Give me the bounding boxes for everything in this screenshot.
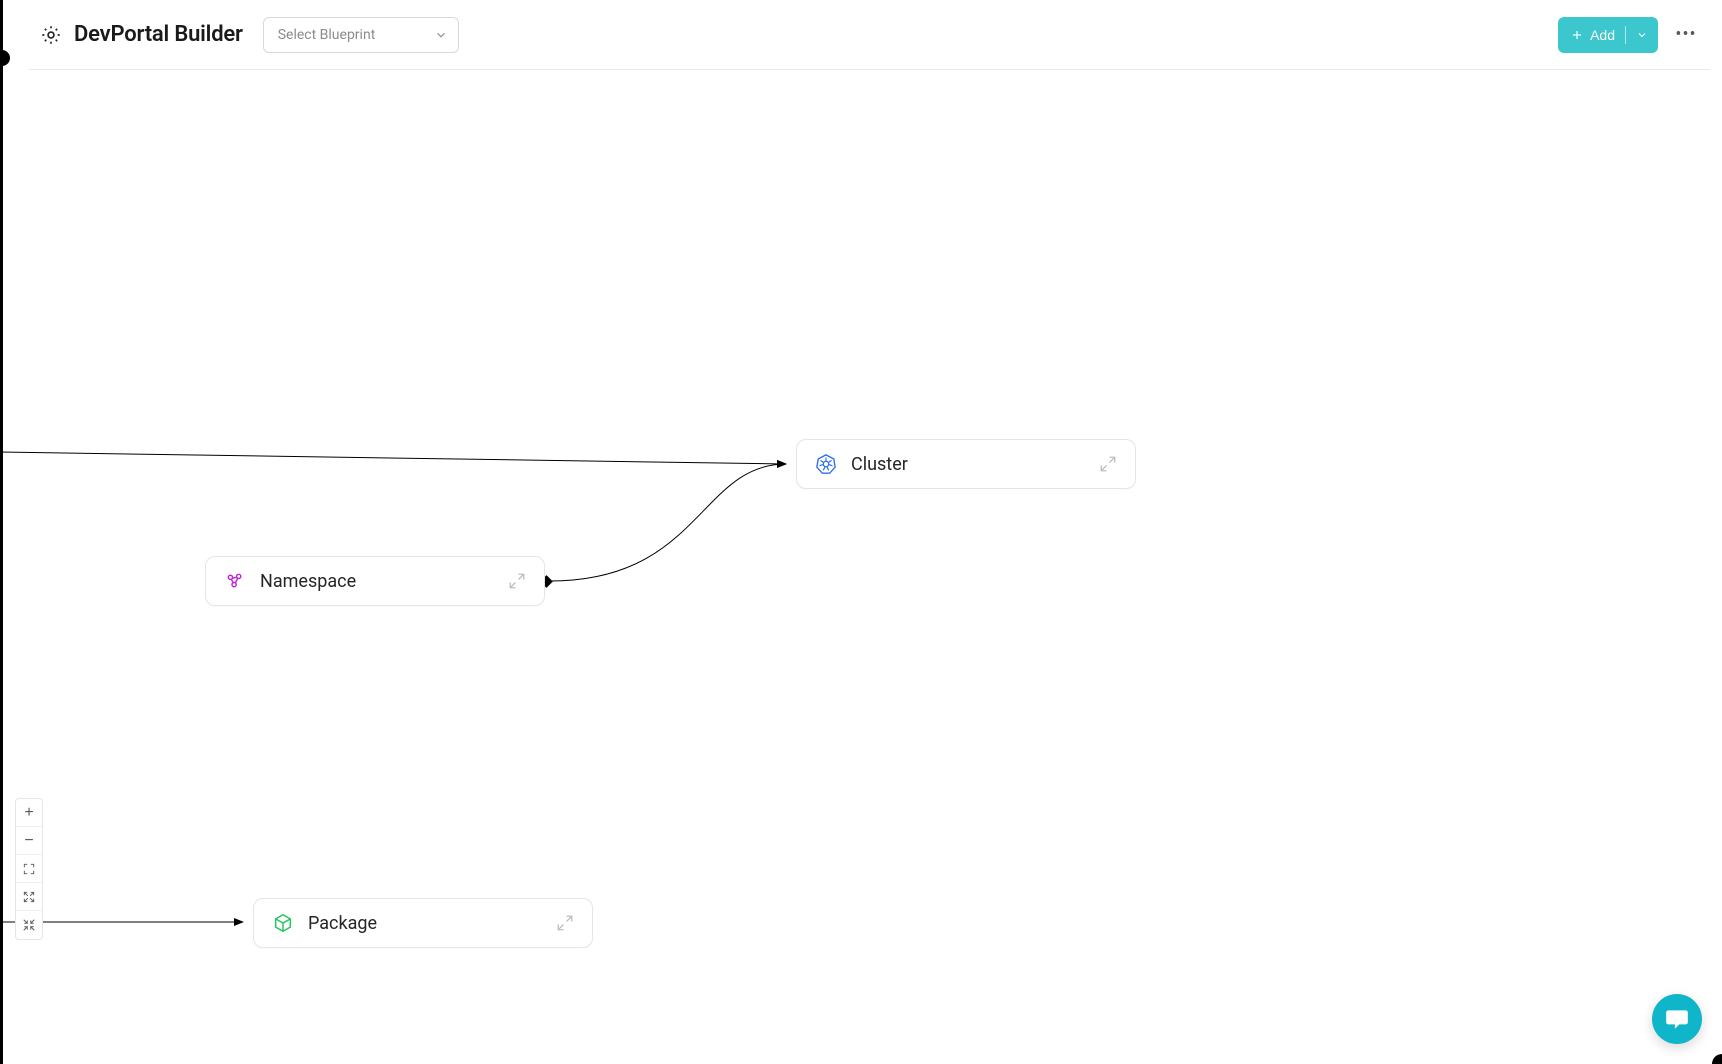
expand-out-icon xyxy=(22,890,36,904)
package-icon xyxy=(272,912,294,934)
edge-namespace-to-cluster xyxy=(550,464,786,581)
header: DevPortal Builder Select Blueprint Add xyxy=(28,0,1710,70)
add-button[interactable]: Add xyxy=(1558,17,1658,53)
zoom-in-button[interactable]: + xyxy=(16,799,42,827)
header-left: DevPortal Builder Select Blueprint xyxy=(40,17,459,53)
page-title: DevPortal Builder xyxy=(74,22,243,47)
node-cluster[interactable]: Cluster xyxy=(796,439,1136,489)
node-namespace[interactable]: Namespace xyxy=(205,556,545,606)
blueprint-select[interactable]: Select Blueprint xyxy=(263,17,459,53)
chat-widget-button[interactable] xyxy=(1652,994,1702,1044)
add-button-label: Add xyxy=(1590,27,1615,43)
header-right: Add ••• xyxy=(1558,17,1698,53)
chevron-down-icon xyxy=(434,28,448,42)
node-cluster-label: Cluster xyxy=(851,454,1099,475)
chevron-down-icon xyxy=(1636,29,1648,41)
fullscreen-icon xyxy=(22,862,36,876)
expand-icon[interactable] xyxy=(1099,455,1117,473)
canvas[interactable]: Cluster Namespace xyxy=(0,70,1722,1064)
node-package[interactable]: Package xyxy=(253,898,593,948)
scroll-hint xyxy=(1712,1054,1722,1064)
zoom-fit-button[interactable] xyxy=(16,855,42,883)
zoom-collapse-button[interactable] xyxy=(16,911,42,939)
node-package-label: Package xyxy=(308,913,556,934)
zoom-out-button[interactable]: − xyxy=(16,827,42,855)
plus-icon xyxy=(1570,28,1584,42)
window-left-edge-dot xyxy=(0,50,10,66)
expand-icon[interactable] xyxy=(556,914,574,932)
collapse-in-icon xyxy=(22,918,36,932)
add-button-dropdown[interactable] xyxy=(1626,17,1658,53)
zoom-controls: + − xyxy=(15,798,43,940)
blueprint-select-placeholder: Select Blueprint xyxy=(278,27,376,43)
add-button-main[interactable]: Add xyxy=(1558,17,1625,53)
node-namespace-label: Namespace xyxy=(260,571,508,592)
expand-icon[interactable] xyxy=(508,572,526,590)
more-dots-icon: ••• xyxy=(1675,26,1696,44)
namespace-icon xyxy=(224,570,246,592)
zoom-expand-button[interactable] xyxy=(16,883,42,911)
edge-offscreen-to-cluster xyxy=(0,452,786,464)
kubernetes-icon xyxy=(815,453,837,475)
more-menu-button[interactable]: ••• xyxy=(1674,17,1698,53)
gear-icon xyxy=(40,24,62,46)
chat-icon xyxy=(1664,1006,1690,1032)
